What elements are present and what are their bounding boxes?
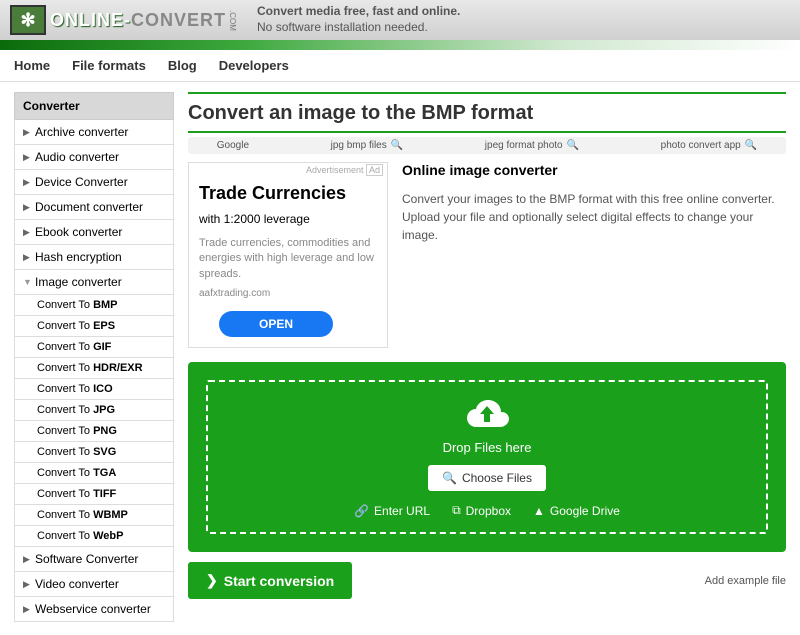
search-icon: 🔍: [567, 140, 579, 151]
chevron-right-icon: ▶: [23, 177, 31, 188]
sidebar-sub-bmp[interactable]: Convert To BMP: [14, 295, 174, 316]
google-drive-icon: ▲: [533, 504, 545, 518]
sidebar-sub-gif[interactable]: Convert To GIF: [14, 337, 174, 358]
main-content: Convert an image to the BMP format Googl…: [188, 92, 786, 622]
sidebar-item-hash[interactable]: ▶Hash encryption: [14, 245, 174, 270]
sidebar-item-archive[interactable]: ▶Archive converter: [14, 120, 174, 145]
sidebar-item-device[interactable]: ▶Device Converter: [14, 170, 174, 195]
logo-icon: ✻: [10, 5, 46, 35]
header: ✻ ONLINE-CONVERT .COM Convert media free…: [0, 0, 800, 40]
page-title: Convert an image to the BMP format: [188, 102, 786, 125]
link-icon: 🔗: [354, 504, 369, 518]
nav-developers[interactable]: Developers: [219, 58, 289, 73]
header-accent: [0, 40, 800, 50]
sidebar-item-ebook[interactable]: ▶Ebook converter: [14, 220, 174, 245]
search-icon: 🔍: [391, 140, 403, 151]
enter-url-button[interactable]: 🔗Enter URL: [354, 503, 430, 518]
search-tab-2[interactable]: jpg bmp files🔍: [331, 140, 404, 151]
logo-com: .COM: [228, 10, 237, 31]
chevron-right-icon: ▶: [23, 579, 31, 590]
ad-open-button[interactable]: OPEN: [219, 311, 333, 337]
logo-text[interactable]: ONLINE-CONVERT: [50, 10, 226, 31]
search-tab-google[interactable]: Google: [217, 140, 249, 151]
nav-home[interactable]: Home: [14, 58, 50, 73]
nav-file-formats[interactable]: File formats: [72, 58, 146, 73]
sidebar: Converter ▶Archive converter ▶Audio conv…: [14, 92, 174, 622]
sidebar-item-audio[interactable]: ▶Audio converter: [14, 145, 174, 170]
sidebar-sub-hdr[interactable]: Convert To HDR/EXR: [14, 358, 174, 379]
search-tab-3[interactable]: jpeg format photo🔍: [485, 140, 579, 151]
chevron-right-icon: ▶: [23, 604, 31, 615]
sidebar-sub-webp[interactable]: Convert To WebP: [14, 526, 174, 547]
nav-blog[interactable]: Blog: [168, 58, 197, 73]
drop-label: Drop Files here: [443, 440, 532, 455]
description: Online image converter Convert your imag…: [402, 162, 786, 348]
chevron-right-icon: ❯: [206, 572, 218, 589]
chevron-right-icon: ▶: [23, 152, 31, 163]
chevron-right-icon: ▶: [23, 227, 31, 238]
sidebar-item-software[interactable]: ▶Software Converter: [14, 547, 174, 572]
sidebar-item-document[interactable]: ▶Document converter: [14, 195, 174, 220]
sidebar-sub-ico[interactable]: Convert To ICO: [14, 379, 174, 400]
sidebar-sub-wbmp[interactable]: Convert To WBMP: [14, 505, 174, 526]
sidebar-sub-jpg[interactable]: Convert To JPG: [14, 400, 174, 421]
accent-line: [188, 92, 786, 94]
cloud-upload-icon: [463, 396, 511, 432]
main-nav: Home File formats Blog Developers: [0, 50, 800, 82]
title-underline: [188, 131, 786, 133]
ad-title: Trade Currencies: [199, 183, 377, 204]
sidebar-item-webservice[interactable]: ▶Webservice converter: [14, 597, 174, 622]
ad-domain: aafxtrading.com: [199, 288, 377, 299]
sidebar-sub-tga[interactable]: Convert To TGA: [14, 463, 174, 484]
sidebar-sub-svg[interactable]: Convert To SVG: [14, 442, 174, 463]
dropzone[interactable]: Drop Files here 🔍Choose Files 🔗Enter URL…: [188, 362, 786, 552]
description-title: Online image converter: [402, 162, 786, 178]
chevron-right-icon: ▶: [23, 252, 31, 263]
ad-description: Trade currencies, commodities and energi…: [199, 236, 377, 282]
search-icon: 🔍: [442, 471, 457, 485]
tagline: Convert media free, fast and online. No …: [257, 4, 460, 35]
sidebar-sub-png[interactable]: Convert To PNG: [14, 421, 174, 442]
sidebar-item-video[interactable]: ▶Video converter: [14, 572, 174, 597]
chevron-right-icon: ▶: [23, 127, 31, 138]
description-text: Convert your images to the BMP format wi…: [402, 190, 786, 244]
search-tab-4[interactable]: photo convert app🔍: [661, 140, 758, 151]
search-suggestions: Google jpg bmp files🔍 jpeg format photo🔍…: [188, 137, 786, 154]
chevron-right-icon: ▶: [23, 554, 31, 565]
google-drive-button[interactable]: ▲Google Drive: [533, 503, 620, 518]
dropbox-icon: ⧉: [452, 503, 461, 518]
sidebar-sub-eps[interactable]: Convert To EPS: [14, 316, 174, 337]
chevron-right-icon: ▶: [23, 202, 31, 213]
start-conversion-button[interactable]: ❯Start conversion: [188, 562, 352, 599]
search-icon: 🔍: [745, 140, 757, 151]
ad-subtitle: with 1:2000 leverage: [199, 212, 377, 226]
sidebar-header: Converter: [14, 92, 174, 120]
sidebar-item-image[interactable]: ▼Image converter: [14, 270, 174, 295]
ad-label: Advertisement Ad: [306, 165, 383, 175]
sidebar-sub-tiff[interactable]: Convert To TIFF: [14, 484, 174, 505]
chevron-down-icon: ▼: [23, 277, 31, 287]
choose-files-button[interactable]: 🔍Choose Files: [428, 465, 546, 491]
dropbox-button[interactable]: ⧉Dropbox: [452, 503, 511, 518]
add-example-file-link[interactable]: Add example file: [705, 575, 786, 587]
advertisement: Advertisement Ad Trade Currencies with 1…: [188, 162, 388, 348]
